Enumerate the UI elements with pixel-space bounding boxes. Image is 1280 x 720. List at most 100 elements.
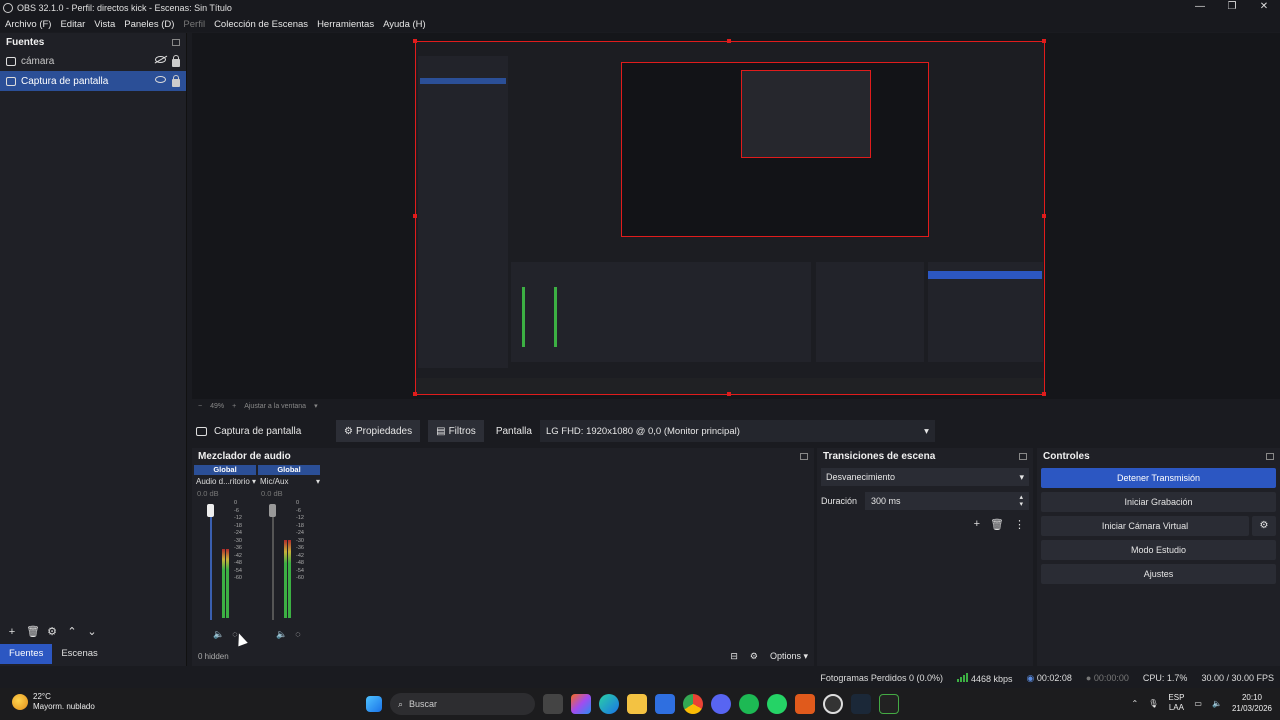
terminal-icon[interactable] bbox=[879, 694, 899, 714]
settings-button[interactable]: Ajustes bbox=[1041, 564, 1276, 584]
menu-file[interactable]: Archivo (F) bbox=[5, 19, 51, 30]
visibility-off-icon[interactable] bbox=[155, 55, 166, 63]
menu-help[interactable]: Ayuda (H) bbox=[383, 19, 426, 30]
virtual-camera-gear-icon[interactable]: ⚙ bbox=[1252, 516, 1276, 536]
menu-scene-collection[interactable]: Colección de Escenas bbox=[214, 19, 308, 30]
tab-scenes[interactable]: Escenas bbox=[52, 644, 106, 664]
windows-start-icon[interactable] bbox=[366, 696, 382, 712]
volume-slider-track[interactable] bbox=[272, 504, 274, 620]
menu-edit[interactable]: Editar bbox=[60, 19, 85, 30]
move-down-icon[interactable]: ⌄ bbox=[86, 625, 98, 638]
menu-view[interactable]: Vista bbox=[94, 19, 115, 30]
add-transition-icon[interactable]: + bbox=[974, 518, 980, 531]
visibility-icon[interactable] bbox=[155, 75, 166, 83]
advanced-gear-icon[interactable]: ⚙ bbox=[750, 651, 758, 662]
copilot-icon[interactable] bbox=[571, 694, 591, 714]
source-item-screen-capture[interactable]: Captura de pantalla bbox=[0, 71, 186, 91]
program-preview[interactable] bbox=[415, 41, 1045, 395]
undock-icon[interactable] bbox=[1019, 452, 1027, 460]
app-icon[interactable] bbox=[795, 694, 815, 714]
channel-name[interactable]: Mic/Aux ▾ bbox=[258, 475, 320, 489]
scale-tick: -60 bbox=[234, 575, 242, 581]
zoom-dropdown-icon[interactable]: ▾ bbox=[314, 402, 318, 410]
menu-profile[interactable]: Perfil bbox=[183, 19, 205, 30]
volume-slider-track[interactable] bbox=[210, 504, 212, 620]
discord-icon[interactable] bbox=[711, 694, 731, 714]
volume-slider-knob[interactable] bbox=[207, 504, 214, 517]
source-item-camera[interactable]: cámara bbox=[0, 51, 186, 71]
audio-mixer-panel: Mezclador de audio Global Audio d...rito… bbox=[192, 448, 814, 666]
spotify-icon[interactable] bbox=[739, 694, 759, 714]
obs-icon[interactable] bbox=[823, 694, 843, 714]
fit-window-button[interactable]: Ajustar a la ventana bbox=[244, 403, 306, 410]
volume-slider-knob[interactable] bbox=[269, 504, 276, 517]
undock-icon[interactable] bbox=[1266, 452, 1274, 460]
minimize-button[interactable]: — bbox=[1184, 0, 1216, 16]
add-source-icon[interactable]: + bbox=[6, 626, 18, 638]
taskbar-search[interactable]: ⌕ Buscar bbox=[390, 693, 535, 715]
file-explorer-icon[interactable] bbox=[627, 694, 647, 714]
start-virtual-camera-button[interactable]: Iniciar Cámara Virtual bbox=[1041, 516, 1249, 536]
clock[interactable]: 20:10 21/03/2026 bbox=[1232, 692, 1272, 714]
resize-handle[interactable] bbox=[727, 392, 731, 396]
resize-handle[interactable] bbox=[1042, 392, 1046, 396]
channel-name[interactable]: Audio d...ritorio ▾ bbox=[194, 475, 256, 489]
meter-scale: 0 -6 -12 -18 -24 -30 -36 -42 -48 -54 -60 bbox=[234, 500, 242, 583]
properties-button[interactable]: ⚙ Propiedades bbox=[336, 420, 421, 442]
speaker-icon[interactable]: 🔈 bbox=[276, 629, 287, 640]
duration-input[interactable]: 300 ms ▴ ▾ bbox=[865, 492, 1029, 510]
maximize-button[interactable]: ❐ bbox=[1216, 0, 1248, 16]
undock-icon[interactable] bbox=[172, 38, 180, 46]
store-icon[interactable] bbox=[655, 694, 675, 714]
lock-icon[interactable] bbox=[172, 54, 180, 67]
speaker-icon[interactable]: 🔈 bbox=[213, 629, 224, 640]
resize-handle[interactable] bbox=[413, 214, 417, 218]
remove-source-icon[interactable]: 🗑 bbox=[26, 625, 40, 638]
chrome-icon[interactable] bbox=[683, 694, 703, 714]
resize-handle[interactable] bbox=[1042, 214, 1046, 218]
weather-icon bbox=[12, 694, 28, 710]
filters-button[interactable]: ▤ Filtros bbox=[428, 420, 484, 442]
tab-sources[interactable]: Fuentes bbox=[0, 644, 53, 664]
zoom-in-icon[interactable]: + bbox=[232, 403, 236, 410]
menu-docks[interactable]: Paneles (D) bbox=[124, 19, 174, 30]
channel-menu-icon[interactable]: ▾ bbox=[252, 475, 256, 489]
start-recording-button[interactable]: Iniciar Grabación bbox=[1041, 492, 1276, 512]
more-options-icon[interactable]: ⋮ bbox=[1014, 518, 1025, 531]
lock-icon[interactable] bbox=[172, 74, 180, 87]
sources-panel: Fuentes cámara Captura de pantalla + 🗑 ⚙… bbox=[0, 33, 187, 666]
weather-widget[interactable]: 22°C Mayorm. nublado bbox=[12, 692, 95, 712]
volume-icon[interactable]: 🔈 bbox=[1212, 699, 1222, 708]
resize-handle[interactable] bbox=[413, 392, 417, 396]
remove-transition-icon[interactable]: 🗑 bbox=[990, 518, 1004, 531]
edge-icon[interactable] bbox=[599, 694, 619, 714]
whatsapp-icon[interactable] bbox=[767, 694, 787, 714]
stepper-icon[interactable]: ▴ ▾ bbox=[1019, 494, 1023, 508]
move-up-icon[interactable]: ⌃ bbox=[66, 625, 78, 638]
steam-icon[interactable] bbox=[851, 694, 871, 714]
layout-icon[interactable]: ⊟ bbox=[730, 651, 738, 662]
tray-overflow-icon[interactable]: ⌃ bbox=[1132, 699, 1139, 708]
filter-icon: ▤ bbox=[436, 425, 446, 437]
network-icon[interactable]: ▭ bbox=[1194, 699, 1202, 708]
language-indicator[interactable]: ESP LAA bbox=[1168, 693, 1184, 713]
microphone-icon[interactable]: 🎙 bbox=[1148, 699, 1158, 708]
transition-select[interactable]: Desvanecimiento ▾ bbox=[821, 468, 1029, 486]
task-view-icon[interactable] bbox=[543, 694, 563, 714]
menu-tools[interactable]: Herramientas bbox=[317, 19, 374, 30]
studio-mode-button[interactable]: Modo Estudio bbox=[1041, 540, 1276, 560]
close-button[interactable]: ✕ bbox=[1248, 0, 1280, 16]
resize-handle[interactable] bbox=[413, 39, 417, 43]
windows-taskbar: 22°C Mayorm. nublado ⌕ Buscar ⌃ 🎙 ESP LA… bbox=[0, 688, 1280, 720]
source-properties-gear-icon[interactable]: ⚙ bbox=[46, 625, 58, 638]
stop-streaming-button[interactable]: Detener Transmisión bbox=[1041, 468, 1276, 488]
undock-icon[interactable] bbox=[800, 452, 808, 460]
zoom-out-icon[interactable]: − bbox=[198, 403, 202, 410]
channel-settings-icon[interactable]: ◌ bbox=[295, 629, 300, 640]
channel-menu-icon[interactable]: ▾ bbox=[316, 475, 320, 489]
display-select[interactable]: LG FHD: 1920x1080 @ 0,0 (Monitor princip… bbox=[539, 420, 935, 442]
resize-handle[interactable] bbox=[1042, 39, 1046, 43]
scale-tick: -42 bbox=[296, 552, 304, 559]
options-button[interactable]: Options ▾ bbox=[770, 651, 808, 662]
resize-handle[interactable] bbox=[727, 39, 731, 43]
